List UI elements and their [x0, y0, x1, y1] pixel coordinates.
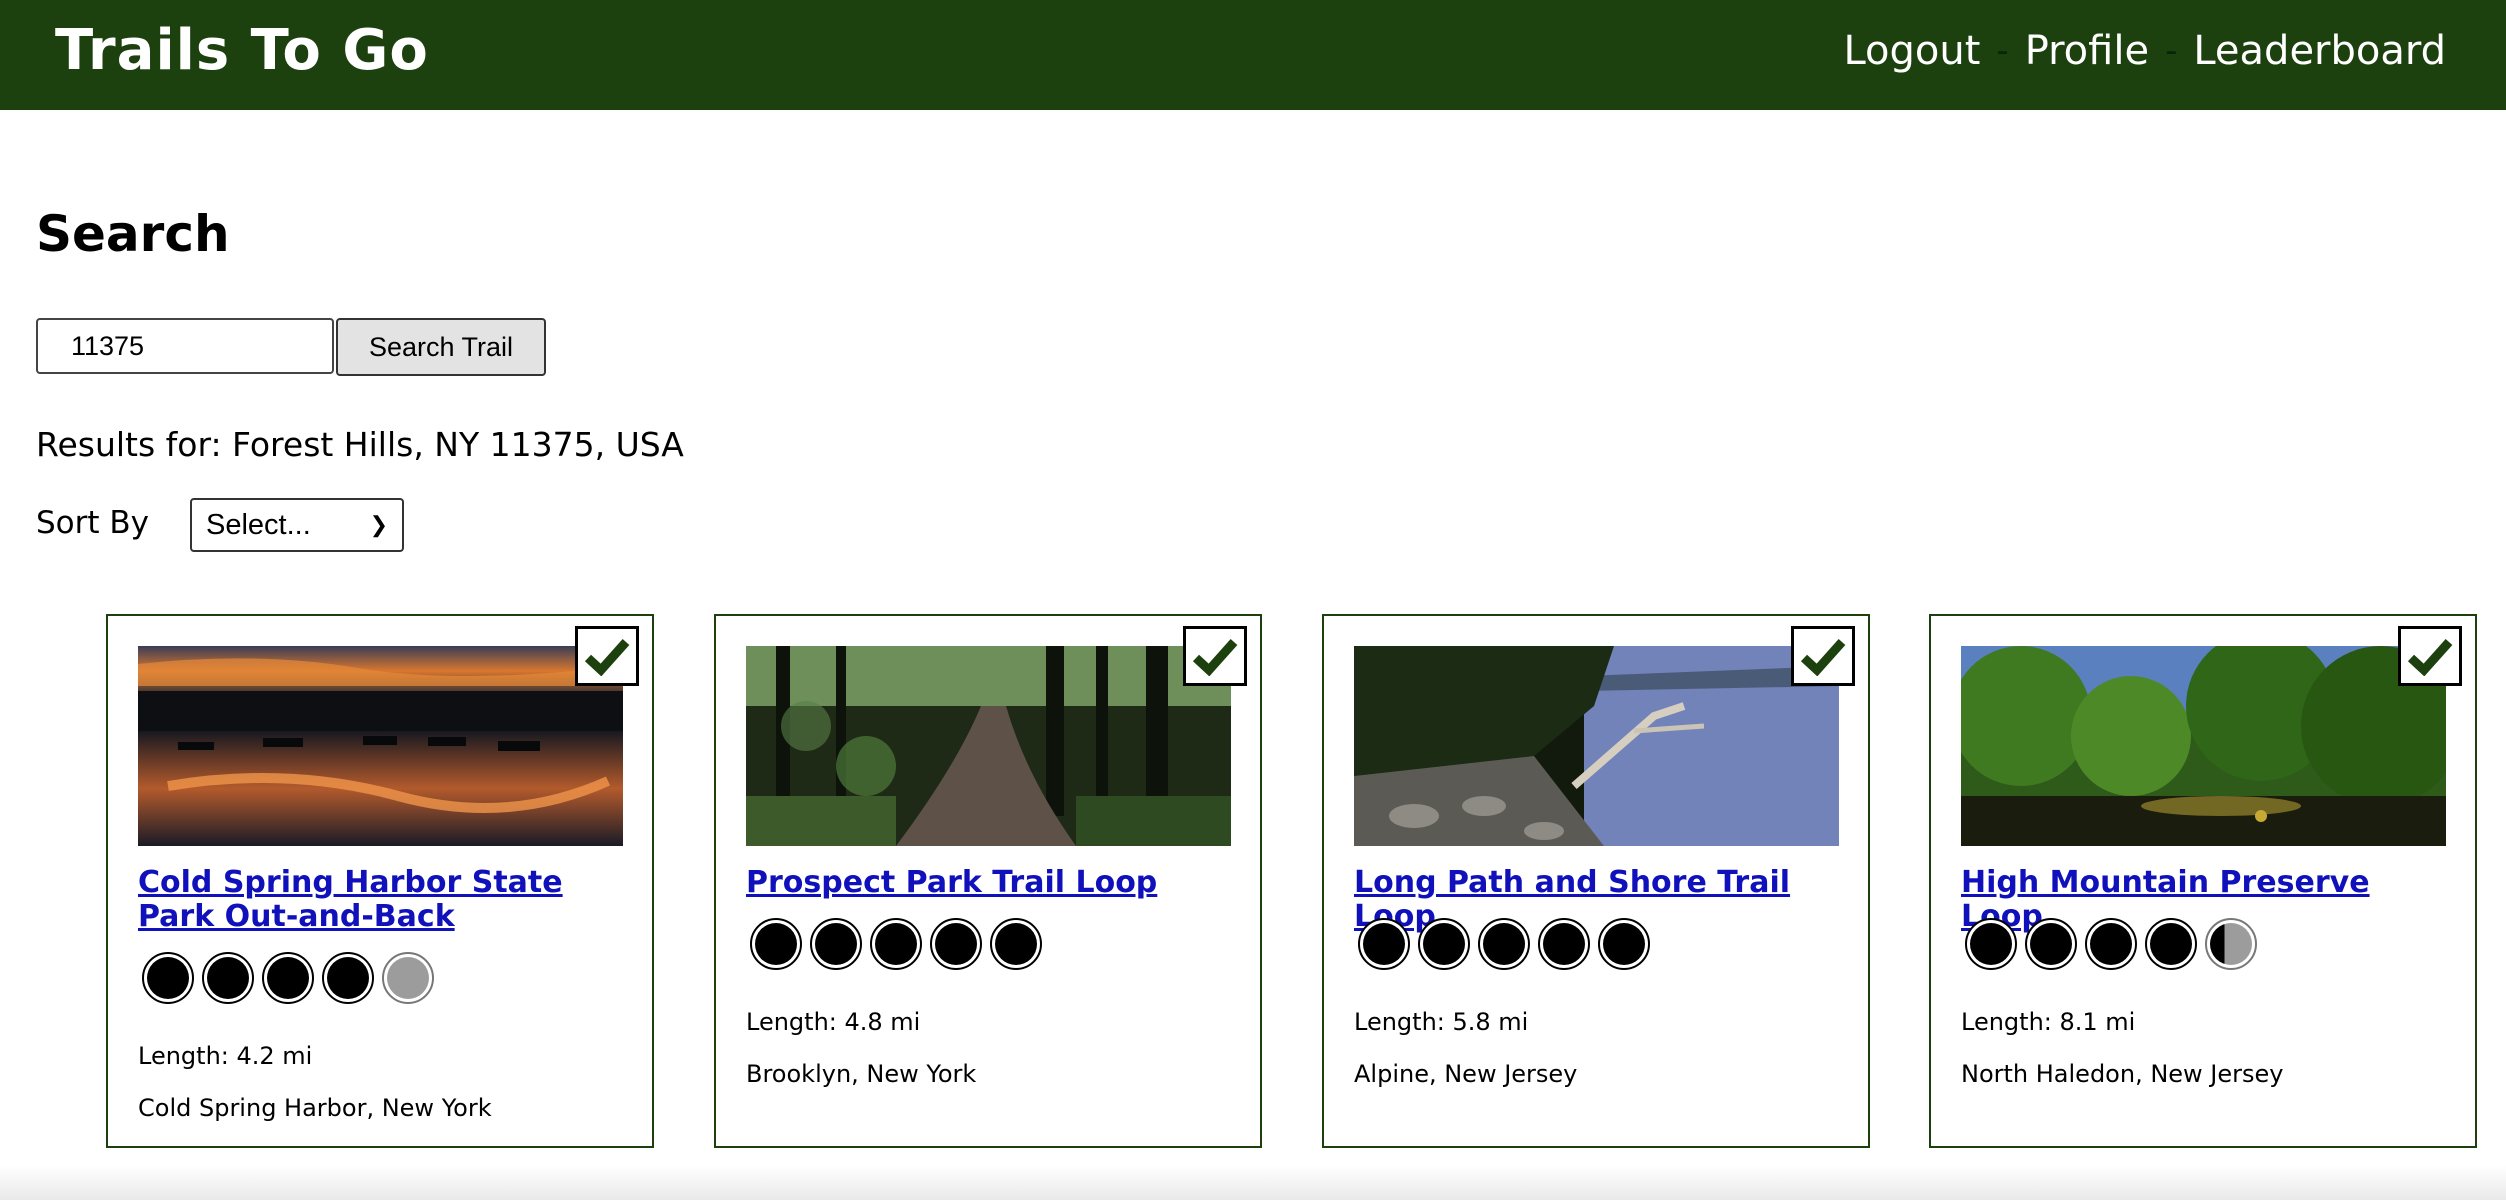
results-text: Results for: Forest Hills, NY 11375, USA: [36, 425, 684, 464]
trail-length: Length: 4.2 mi: [138, 1042, 313, 1070]
sort-select[interactable]: Select... ❯: [190, 498, 404, 552]
page-title: Search: [36, 205, 230, 263]
trail-location: Alpine, New Jersey: [1354, 1060, 1578, 1088]
trail-location: Brooklyn, New York: [746, 1060, 977, 1088]
trail-location: Cold Spring Harbor, New York: [138, 1094, 492, 1122]
profile-link[interactable]: Profile: [2025, 28, 2149, 74]
trail-photo: [1961, 646, 2446, 846]
nav-links: Logout - Profile - Leaderboard: [1843, 28, 2446, 74]
search-input[interactable]: [36, 318, 334, 374]
rating-dot: [2205, 918, 2257, 970]
rating-dot: [2085, 918, 2137, 970]
trail-photo: [1354, 646, 1839, 846]
difficulty-rating: [142, 952, 434, 1004]
rating-dot: [2145, 918, 2197, 970]
trail-card: Long Path and Shore Trail Loop Length: 5…: [1322, 614, 1870, 1148]
rating-dot: [1358, 918, 1410, 970]
rating-dot: [1965, 918, 2017, 970]
completed-checkbox[interactable]: [1791, 626, 1855, 686]
page-bottom-shadow: [0, 1165, 2506, 1200]
completed-checkbox[interactable]: [2398, 626, 2462, 686]
trail-photo: [138, 646, 623, 846]
top-navbar: Trails To Go Logout - Profile - Leaderbo…: [0, 0, 2506, 110]
checkmark-icon: [1192, 639, 1238, 676]
sort-selected-value: Select...: [206, 508, 311, 541]
rating-dot: [1478, 918, 1530, 970]
checkmark-icon: [2407, 639, 2453, 676]
difficulty-rating: [1358, 918, 1650, 970]
leaderboard-link[interactable]: Leaderboard: [2193, 28, 2446, 74]
chevron-down-icon: ❯: [369, 512, 388, 537]
rating-dot: [1598, 918, 1650, 970]
trail-card: Prospect Park Trail Loop Length: 4.8 mi …: [714, 614, 1262, 1148]
rating-dot: [1418, 918, 1470, 970]
nav-separator: -: [1996, 31, 2009, 71]
trail-location: North Haledon, New Jersey: [1961, 1060, 2284, 1088]
rating-dot: [202, 952, 254, 1004]
completed-checkbox[interactable]: [1183, 626, 1247, 686]
search-trail-button[interactable]: Search Trail: [336, 318, 546, 376]
checkmark-icon: [1800, 639, 1846, 676]
checkmark-icon: [584, 639, 630, 676]
rating-dot: [870, 918, 922, 970]
rating-dot: [2025, 918, 2077, 970]
trail-length: Length: 5.8 mi: [1354, 1008, 1529, 1036]
trail-title-link[interactable]: Prospect Park Trail Loop: [746, 866, 1216, 900]
logout-link[interactable]: Logout: [1843, 28, 1980, 74]
rating-dot: [322, 952, 374, 1004]
rating-dot: [382, 952, 434, 1004]
rating-dot: [262, 952, 314, 1004]
trail-card: Cold Spring Harbor State Park Out-and-Ba…: [106, 614, 654, 1148]
difficulty-rating: [750, 918, 1042, 970]
completed-checkbox[interactable]: [575, 626, 639, 686]
sort-by-label: Sort By: [36, 505, 150, 541]
trail-title-link[interactable]: Cold Spring Harbor State Park Out-and-Ba…: [138, 866, 608, 934]
rating-dot: [810, 918, 862, 970]
rating-dot: [930, 918, 982, 970]
brand-title[interactable]: Trails To Go: [55, 18, 429, 83]
trail-length: Length: 4.8 mi: [746, 1008, 921, 1036]
nav-separator: -: [2165, 31, 2178, 71]
trail-photo: [746, 646, 1231, 846]
rating-dot: [750, 918, 802, 970]
difficulty-rating: [1965, 918, 2257, 970]
rating-dot: [990, 918, 1042, 970]
trail-length: Length: 8.1 mi: [1961, 1008, 2136, 1036]
trail-card: High Mountain Preserve Loop Length: 8.1 …: [1929, 614, 2477, 1148]
rating-dot: [142, 952, 194, 1004]
rating-dot: [1538, 918, 1590, 970]
